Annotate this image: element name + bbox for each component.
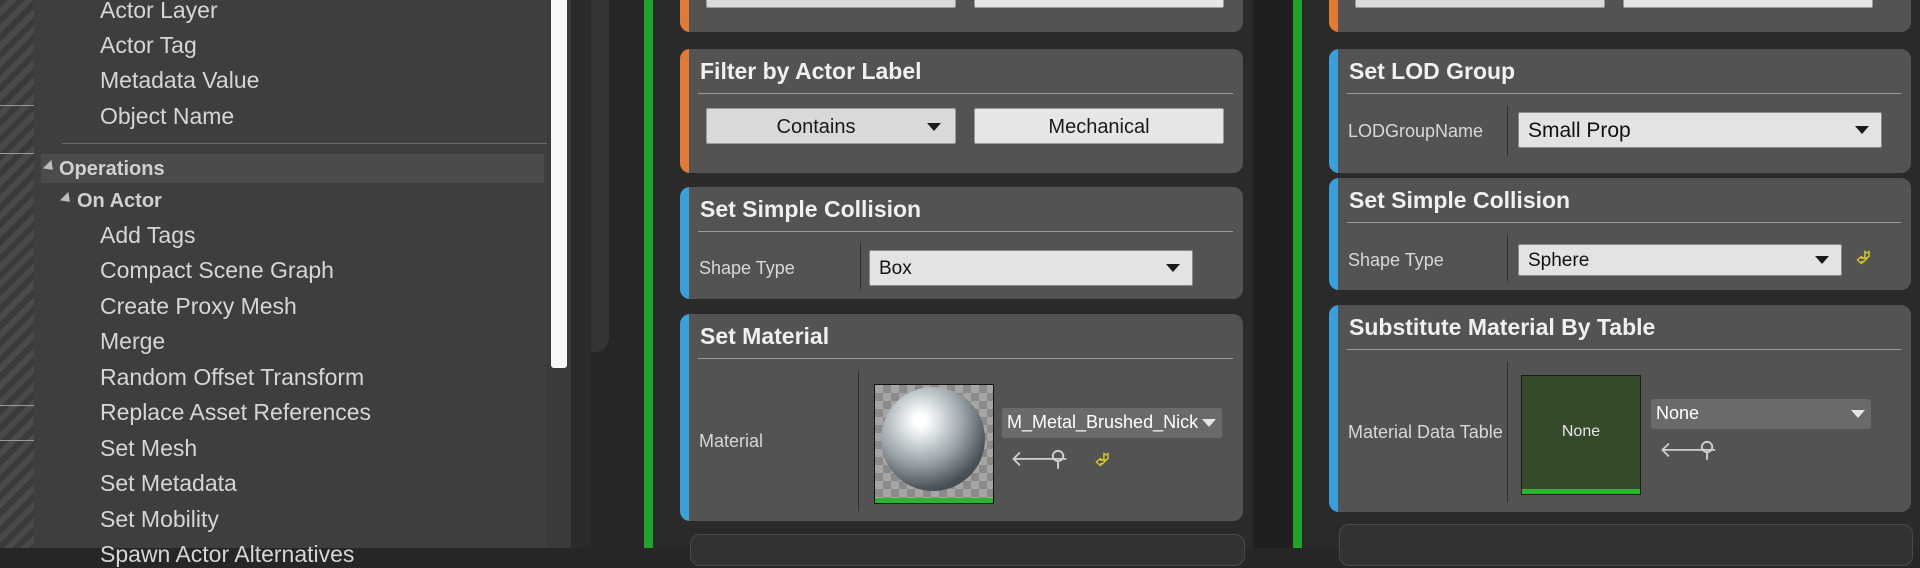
node-rail-right (1293, 0, 1302, 548)
next-card-partial-right (1339, 524, 1913, 566)
tree-item-actor-layer[interactable]: Actor Layer (100, 0, 218, 24)
scrollbar-thumb[interactable] (551, 0, 567, 368)
tree-item-random-offset-transform[interactable]: Random Offset Transform (100, 364, 364, 391)
tree-item-merge[interactable]: Merge (100, 328, 165, 355)
chevron-down-icon (1202, 419, 1216, 427)
magnifier-icon[interactable]: ⚲ (1699, 437, 1715, 463)
tree-item-spawn-actor-alternatives[interactable]: Spawn Actor Alternatives (100, 541, 354, 568)
chevron-down-icon (927, 123, 941, 131)
magnifier-icon[interactable]: ⚲ (1050, 446, 1066, 472)
filter-by-actor-label-card: Filter by Actor Label Contains Mechanica… (680, 49, 1243, 173)
sphere-preview (881, 387, 985, 491)
shape-type-label: Shape Type (699, 258, 795, 278)
node-palette-tree: Actor Layer Actor Tag Metadata Value Obj… (34, 0, 574, 567)
lodgroupname-label: LODGroupName (1348, 121, 1484, 141)
partial-dropdown[interactable] (706, 0, 956, 8)
data-table-asset-picker[interactable]: None (1651, 399, 1871, 429)
tree-item-set-mobility[interactable]: Set Mobility (100, 506, 219, 533)
graph-background (609, 0, 645, 548)
panel-gap (571, 0, 591, 548)
next-card-partial (690, 534, 1245, 566)
tree-item-compact-scene-graph[interactable]: Compact Scene Graph (100, 257, 334, 284)
material-asset-picker[interactable]: M_Metal_Brushed_Nickel (1002, 408, 1222, 438)
shape-type-dropdown[interactable]: Sphere (1518, 244, 1842, 276)
material-label: Material (699, 431, 764, 451)
category-operations[interactable]: Operations (59, 158, 165, 181)
subcategory-on-actor[interactable]: On Actor (77, 190, 162, 213)
card-title: Set Simple Collision (700, 196, 922, 222)
set-simple-collision-card-right: Set Simple Collision Shape Type Sphere ⮰ (1329, 178, 1911, 290)
set-material-card: Set Material Material M_Metal_Brushed_Ni… (680, 314, 1243, 521)
shape-type-label: Shape Type (1348, 250, 1444, 270)
reset-arrow-icon[interactable]: ⮰ (1095, 450, 1109, 471)
card-title: Filter by Actor Label (700, 58, 922, 84)
material-data-table-label: Material Data Table (1348, 422, 1503, 442)
chevron-down-icon (1851, 410, 1865, 418)
node-rail-left (644, 0, 653, 548)
contains-dropdown[interactable]: Contains (706, 108, 956, 144)
card-title: Substitute Material By Table (1349, 314, 1656, 340)
set-lod-group-card: Set LOD Group LODGroupName Small Prop (1329, 49, 1911, 173)
partial-field[interactable] (1623, 0, 1873, 8)
tree-item-create-proxy-mesh[interactable]: Create Proxy Mesh (100, 293, 297, 320)
tree-item-object-name[interactable]: Object Name (100, 103, 234, 130)
card-title: Set LOD Group (1349, 58, 1516, 84)
tree-item-metadata-value[interactable]: Metadata Value (100, 67, 259, 94)
card-title: Set Simple Collision (1349, 187, 1571, 213)
substitute-material-by-table-card: Substitute Material By Table Material Da… (1329, 305, 1911, 512)
graph-background (1253, 0, 1293, 548)
tree-item-actor-tag[interactable]: Actor Tag (100, 32, 197, 59)
lod-group-dropdown[interactable]: Small Prop (1518, 112, 1882, 148)
hatched-strip (0, 0, 34, 548)
partial-card-top-right (1329, 0, 1911, 32)
tree-item-set-metadata[interactable]: Set Metadata (100, 470, 237, 497)
tree-item-add-tags[interactable]: Add Tags (100, 222, 195, 249)
panel-gap-inner (591, 0, 609, 352)
partial-dropdown[interactable] (1355, 0, 1605, 8)
chevron-down-icon (1855, 126, 1869, 134)
set-simple-collision-card: Set Simple Collision Shape Type Box (680, 187, 1243, 299)
expand-triangle-icon[interactable] (59, 191, 75, 207)
tree-item-replace-asset-references[interactable]: Replace Asset References (100, 399, 371, 426)
partial-field[interactable] (974, 0, 1224, 8)
chevron-down-icon (1166, 264, 1180, 272)
tree-item-set-mesh[interactable]: Set Mesh (100, 435, 197, 462)
partial-card-top (680, 0, 1243, 32)
tree-divider (62, 143, 574, 144)
data-table-thumbnail[interactable]: None (1521, 375, 1641, 495)
thumbnail-none-text: None (1561, 423, 1601, 440)
label-text-field[interactable]: Mechanical (974, 108, 1224, 144)
material-thumbnail[interactable] (874, 384, 994, 504)
chevron-down-icon (1815, 256, 1829, 264)
reset-arrow-icon[interactable]: ⮰ (1856, 248, 1870, 269)
shape-type-dropdown[interactable]: Box (869, 250, 1193, 286)
card-title: Set Material (700, 323, 830, 349)
